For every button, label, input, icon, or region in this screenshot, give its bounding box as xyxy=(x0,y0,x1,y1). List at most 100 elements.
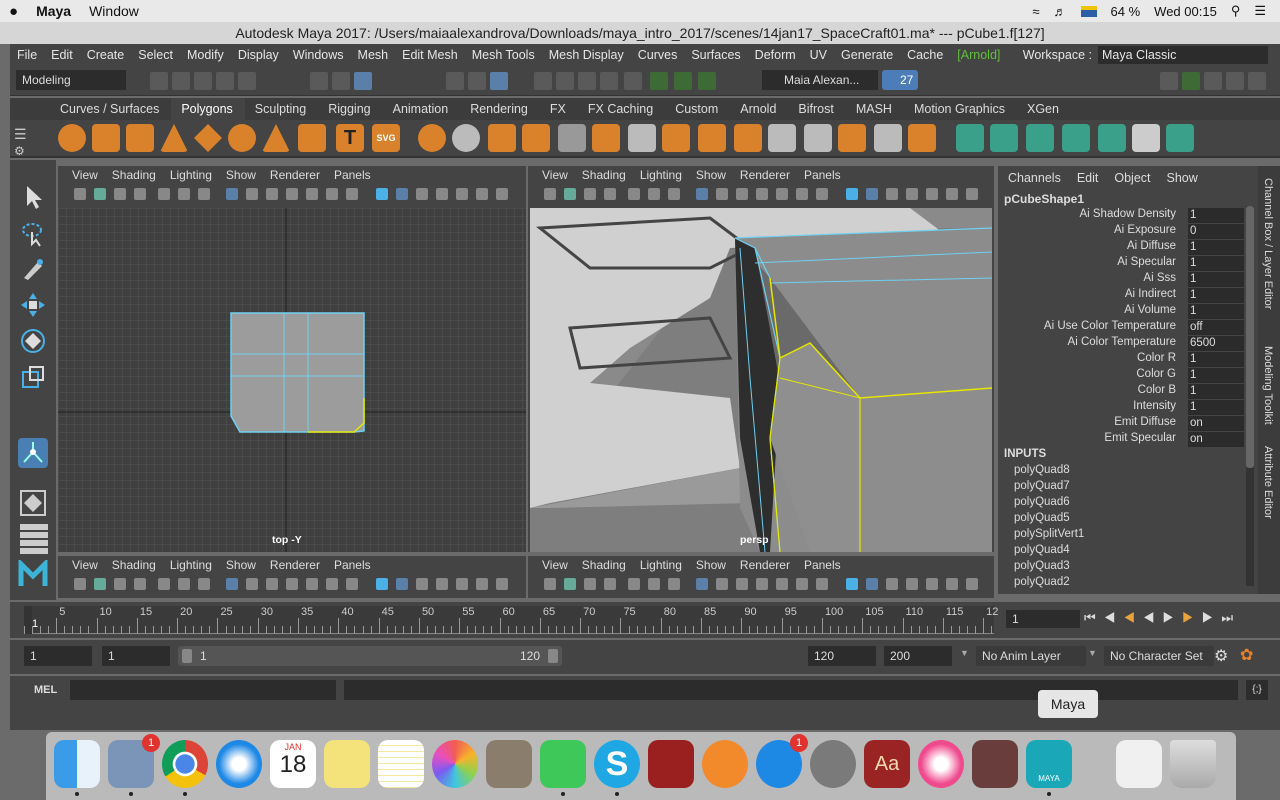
bevel-icon[interactable] xyxy=(628,124,656,152)
notes-icon[interactable] xyxy=(378,740,424,788)
char-set-arrow-icon[interactable]: ▼ xyxy=(1088,648,1097,658)
menu-surfaces[interactable]: Surfaces xyxy=(684,48,747,62)
tab-attribute-editor[interactable]: Attribute Editor xyxy=(1262,446,1274,519)
attr-row[interactable]: Ai Indirect 1 xyxy=(998,288,1248,304)
rotate-tool-icon[interactable] xyxy=(18,326,48,356)
last-tool-icon[interactable] xyxy=(18,438,48,468)
shelf-tab-mash[interactable]: MASH xyxy=(846,98,904,120)
textured-icon[interactable] xyxy=(286,188,298,200)
input-node[interactable]: polyQuad6 xyxy=(1014,496,1070,508)
shelf-tab-polygons[interactable]: Polygons xyxy=(171,98,245,120)
pdf-document-icon[interactable] xyxy=(1116,740,1162,788)
attr-value[interactable]: 1 xyxy=(1188,208,1244,223)
motion-blur-icon[interactable] xyxy=(436,188,448,200)
xray-icon[interactable] xyxy=(346,188,358,200)
ipr-render-icon[interactable] xyxy=(556,72,574,90)
auto-map-icon[interactable] xyxy=(1098,124,1126,152)
attr-row[interactable]: Ai Use Color Temperature off xyxy=(998,320,1248,336)
apple-menu-icon[interactable]: ● xyxy=(0,3,27,20)
textured-icon[interactable] xyxy=(756,188,768,200)
wireframe-icon[interactable] xyxy=(696,188,708,200)
workspace-select[interactable]: Maya Classic xyxy=(1098,46,1268,64)
cylindrical-map-icon[interactable] xyxy=(1026,124,1054,152)
image-plane-icon[interactable] xyxy=(604,188,616,200)
input-node[interactable]: polyQuad7 xyxy=(1014,480,1070,492)
multisample-icon[interactable] xyxy=(456,188,468,200)
shelf-tab-rendering[interactable]: Rendering xyxy=(460,98,540,120)
select-object-icon[interactable] xyxy=(332,72,350,90)
vp-bl-lighting-menu[interactable]: Lighting xyxy=(170,558,212,572)
resolution-gate-icon[interactable] xyxy=(668,188,680,200)
time-slider-track[interactable]: 1 5 10 15 20 25 30 35 40 45 50 55 60 65 70 75 80 85 90 95 1… xyxy=(24,606,998,634)
connect-icon[interactable] xyxy=(874,124,902,152)
select-hierarchy-icon[interactable] xyxy=(310,72,328,90)
attr-row[interactable]: Ai Volume 1 xyxy=(998,304,1248,320)
snap-point-icon[interactable] xyxy=(490,72,508,90)
window-menu[interactable]: Window xyxy=(80,3,148,19)
attr-value[interactable]: 1 xyxy=(1188,304,1244,319)
attr-value[interactable]: 1 xyxy=(1188,256,1244,271)
vp-persp-shading-menu[interactable]: Shading xyxy=(582,168,626,182)
shelf-tab-animation[interactable]: Animation xyxy=(383,98,461,120)
vp-persp-lighting-menu[interactable]: Lighting xyxy=(640,168,682,182)
ibooks-icon[interactable] xyxy=(702,740,748,788)
viewport-bottom-right[interactable]: View Shading Lighting Show Renderer Pane… xyxy=(528,556,994,598)
vp-top-show-menu[interactable]: Show xyxy=(226,168,256,182)
spotlight-icon[interactable]: ⚲ xyxy=(1231,3,1241,19)
photos-icon[interactable] xyxy=(432,740,478,788)
vp-persp-view-menu[interactable]: View xyxy=(542,168,568,182)
vp-top-shading-menu[interactable]: Shading xyxy=(112,168,156,182)
range-start-handle[interactable] xyxy=(182,649,192,663)
poly-pipe-icon[interactable] xyxy=(298,124,326,152)
camera-attr-icon[interactable] xyxy=(564,188,576,200)
attr-row[interactable]: Color R 1 xyxy=(998,352,1248,368)
shelf-tab-xgen[interactable]: XGen xyxy=(1017,98,1071,120)
camera-icon[interactable] xyxy=(544,188,556,200)
viewport-persp-canvas[interactable]: persp xyxy=(530,208,992,552)
channel-scrollbar[interactable] xyxy=(1246,206,1254,586)
dictionary-icon[interactable]: Aa xyxy=(864,740,910,788)
shelf-tab-custom[interactable]: Custom xyxy=(665,98,730,120)
mode-select[interactable]: Modeling xyxy=(16,70,126,90)
arnold-render-icon[interactable] xyxy=(624,72,642,90)
mirror-icon[interactable] xyxy=(522,124,550,152)
calendar-icon[interactable]: JAN 18 xyxy=(270,740,316,788)
attr-value[interactable]: 1 xyxy=(1188,288,1244,303)
paint-select-icon[interactable] xyxy=(18,254,48,284)
battery-label[interactable]: 64 % xyxy=(1111,4,1141,19)
playback-start-field[interactable]: 1 xyxy=(102,646,170,666)
menu-create[interactable]: Create xyxy=(80,48,132,62)
anim-layer-select[interactable]: No Anim Layer xyxy=(976,646,1086,666)
channel-scroll-thumb[interactable] xyxy=(1246,206,1254,468)
menu-modify[interactable]: Modify xyxy=(180,48,231,62)
menu-curves[interactable]: Curves xyxy=(631,48,685,62)
comic-reader-icon[interactable] xyxy=(972,740,1018,788)
anim-layer-arrow-icon[interactable]: ▼ xyxy=(960,648,969,658)
attr-row[interactable]: Emit Specular on xyxy=(998,432,1248,448)
fill-hole-icon[interactable] xyxy=(662,124,690,152)
viewport-persp[interactable]: View Shading Lighting Show Renderer Pane… xyxy=(528,166,994,552)
facetime-icon[interactable] xyxy=(540,740,586,796)
vp-bl-shading-menu[interactable]: Shading xyxy=(112,558,156,572)
grid-icon[interactable] xyxy=(158,188,170,200)
cmd-language-label[interactable]: MEL xyxy=(34,684,57,696)
redo-icon[interactable] xyxy=(238,72,256,90)
xray-joints-icon[interactable] xyxy=(866,188,878,200)
attr-row[interactable]: Ai Color Temperature 6500 xyxy=(998,336,1248,352)
shelf-tab-fx[interactable]: FX xyxy=(540,98,578,120)
shadows-icon[interactable] xyxy=(326,188,338,200)
text-tool-icon[interactable]: T xyxy=(336,124,364,152)
attr-value[interactable]: 1 xyxy=(1188,400,1244,415)
attr-value[interactable]: on xyxy=(1188,416,1244,431)
attr-value[interactable]: 0 xyxy=(1188,224,1244,239)
snap-curve-icon[interactable] xyxy=(468,72,486,90)
poly-plane-icon[interactable] xyxy=(194,124,222,152)
wireframe-on-shaded-icon[interactable] xyxy=(736,188,748,200)
attr-value[interactable]: 6500 xyxy=(1188,336,1244,351)
quad-layout-icon[interactable] xyxy=(18,488,48,518)
quad-draw-icon[interactable] xyxy=(908,124,936,152)
shape-node-name[interactable]: pCubeShape1 xyxy=(1004,192,1084,206)
wireframe-icon[interactable] xyxy=(226,188,238,200)
user-account-button[interactable]: Maia Alexan... xyxy=(762,70,878,90)
attr-row[interactable]: Emit Diffuse on xyxy=(998,416,1248,432)
